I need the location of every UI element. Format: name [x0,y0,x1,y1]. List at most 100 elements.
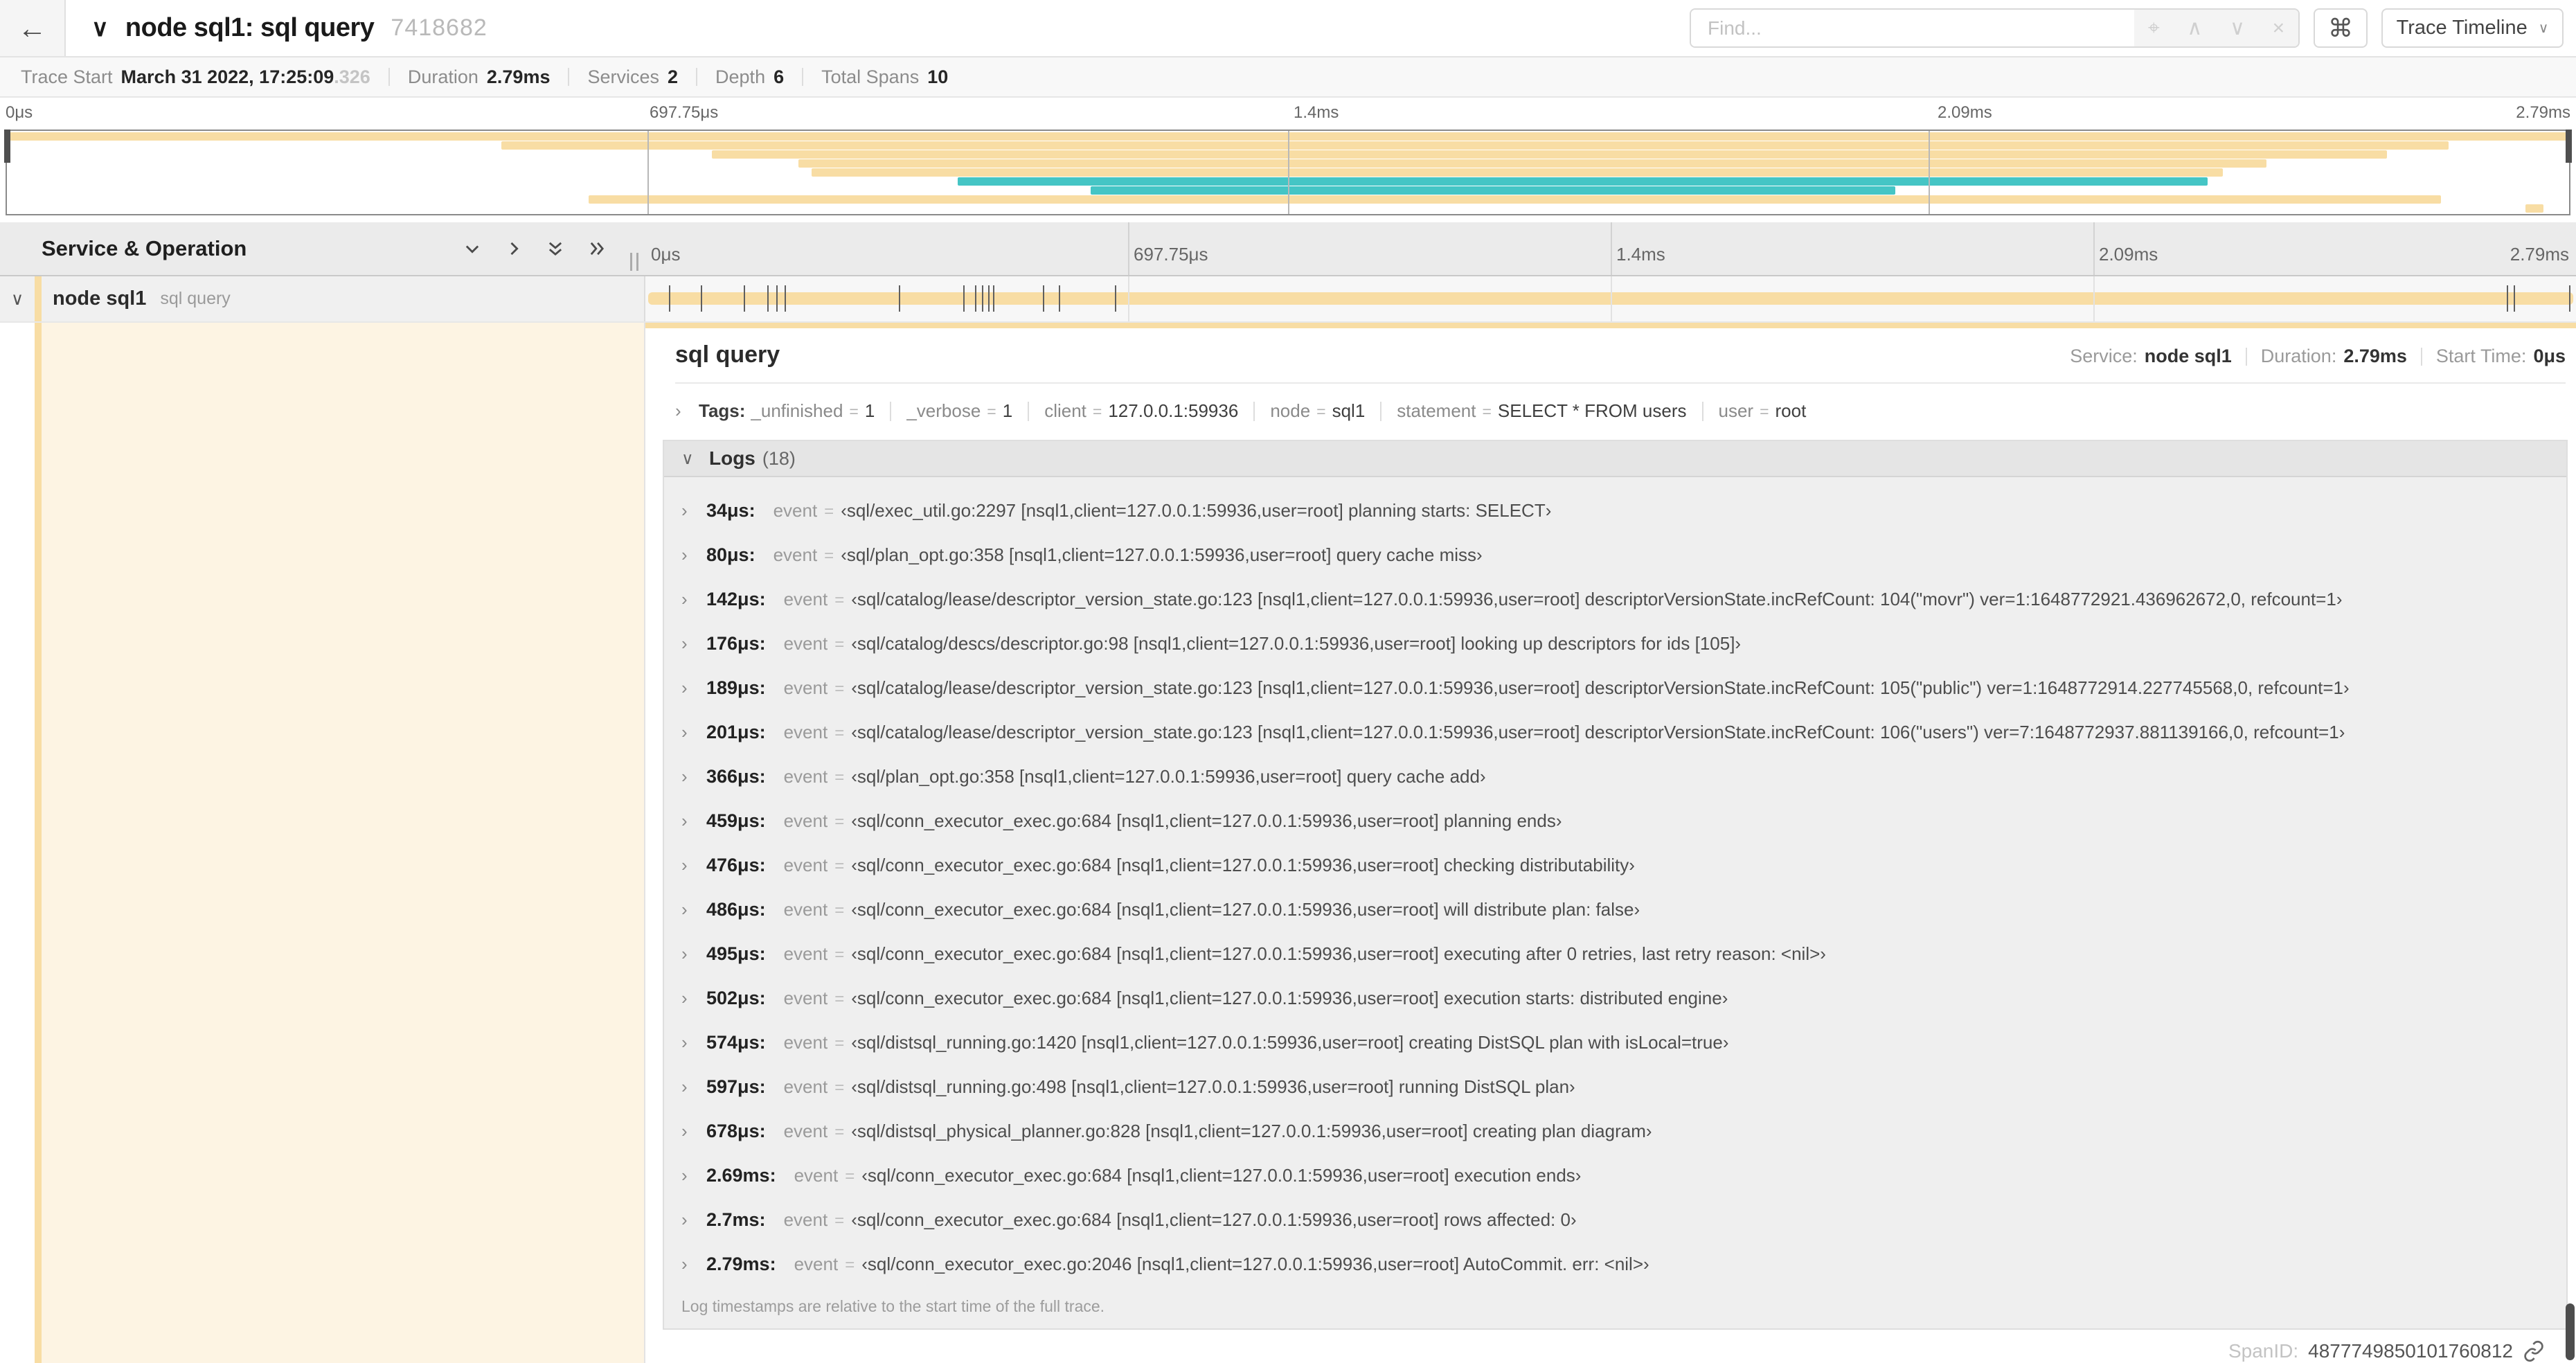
minimap-left-drag-handle[interactable] [4,130,10,163]
service-operation-header: Service & Operation [0,222,645,275]
collapse-all-chevron-icon[interactable]: ∨ [91,15,109,42]
log-entry-row[interactable]: › 574μs: event = ‹sql/distsql_running.go:142… [664,1020,2566,1064]
log-entry-row[interactable]: › 176μs: event = ‹sql/catalog/descs/descript… [664,621,2566,666]
next-result-icon[interactable]: ∨ [2230,16,2245,40]
log-timestamp: 574μs: [706,1031,766,1053]
log-event-tick [700,285,702,312]
clear-search-icon[interactable]: × [2273,17,2285,40]
log-entry-row[interactable]: › 476μs: event = ‹sql/conn_executor_exec.go:… [664,843,2566,887]
log-entry-row[interactable]: › 80μs: event = ‹sql/plan_opt.go:358 [nsql1,… [664,533,2566,577]
log-timestamp: 2.69ms: [706,1164,776,1186]
log-expand-chevron-icon[interactable]: › [681,677,706,699]
log-expand-chevron-icon[interactable]: › [681,1254,706,1275]
prev-result-icon[interactable]: ∧ [2187,16,2202,40]
collapse-all-icon[interactable] [546,239,565,258]
log-expand-chevron-icon[interactable]: › [681,1076,706,1098]
minimap-right-drag-handle[interactable] [2566,130,2572,163]
span-row-service-cell[interactable]: ∨ node sql1 sql query [0,276,645,321]
expand-all-icon[interactable] [587,239,607,258]
log-entry-row[interactable]: › 201μs: event = ‹sql/catalog/lease/descript… [664,710,2566,754]
log-entry-row[interactable]: › 2.79ms: event = ‹sql/conn_executor_exec.go… [664,1242,2566,1286]
log-expand-chevron-icon[interactable]: › [681,544,706,566]
log-entry-row[interactable]: › 2.7ms: event = ‹sql/conn_executor_exec.go:… [664,1197,2566,1242]
log-entry-row[interactable]: › 486μs: event = ‹sql/conn_executor_exec.go:… [664,887,2566,932]
logs-header[interactable]: ∨ Logs (18) [664,441,2566,477]
tags-expand-chevron-icon[interactable]: › [675,400,699,422]
log-timestamp: 486μs: [706,898,766,920]
span-service-name: node sql1 [53,287,147,310]
divider [568,68,570,86]
log-entry-row[interactable]: › 502μs: event = ‹sql/conn_executor_exec.go:… [664,976,2566,1020]
log-equals: = [834,723,845,742]
deep-link-icon[interactable] [2523,1340,2545,1362]
log-entry-row[interactable]: › 597μs: event = ‹sql/distsql_running.go:498… [664,1064,2566,1109]
log-entry-row[interactable]: › 142μs: event = ‹sql/catalog/lease/descript… [664,577,2566,621]
log-entry-row[interactable]: › 34μs: event = ‹sql/exec_util.go:2297 [nsql… [664,488,2566,533]
vertical-scrollbar-thumb[interactable] [2566,1303,2575,1360]
command-icon: ⌘ [2328,13,2353,42]
log-expand-chevron-icon[interactable]: › [681,943,706,965]
summary-value: 2.79ms [486,66,551,87]
log-key: event [783,943,828,964]
log-event-tick [1058,285,1060,312]
trace-view-dropdown[interactable]: Trace Timeline ∨ [2381,8,2564,48]
log-value: ‹sql/conn_executor_exec.go:684 [nsql1,cl… [851,943,1826,964]
log-entry-row[interactable]: › 495μs: event = ‹sql/conn_executor_exec.go:… [664,932,2566,976]
log-expand-chevron-icon[interactable]: › [681,1032,706,1053]
log-expand-chevron-icon[interactable]: › [681,589,706,610]
log-expand-chevron-icon[interactable]: › [681,500,706,522]
log-expand-chevron-icon[interactable]: › [681,633,706,654]
log-timestamp: 80μs: [706,544,755,565]
log-expand-chevron-icon[interactable]: › [681,988,706,1009]
log-value: ‹sql/exec_util.go:2297 [nsql1,client=127… [841,499,1552,521]
ruler-tick-label: 0μs [651,244,681,265]
log-entry-row[interactable]: › 366μs: event = ‹sql/plan_opt.go:358 [nsql1… [664,754,2566,799]
log-entry-row[interactable]: › 2.69ms: event = ‹sql/conn_executor_exec.go… [664,1153,2566,1197]
log-entry-row[interactable]: › 459μs: event = ‹sql/conn_executor_exec.go:… [664,799,2566,843]
summary-label: Services [587,66,659,87]
match-highlight-icon[interactable]: ⌖ [2148,17,2160,40]
span-detail-accent-bar [645,323,2576,328]
minimap-canvas[interactable] [6,130,2570,215]
log-expand-chevron-icon[interactable]: › [681,855,706,876]
log-expand-chevron-icon[interactable]: › [681,766,706,787]
logs-footnote: Log timestamps are relative to the start… [681,1297,1105,1315]
log-expand-chevron-icon[interactable]: › [681,722,706,743]
log-expand-chevron-icon[interactable]: › [681,899,706,920]
span-bar-cell[interactable] [645,276,2576,321]
collapse-one-icon[interactable] [463,239,482,258]
log-value: ‹sql/conn_executor_exec.go:684 [nsql1,cl… [851,810,1562,831]
log-event-tick [2514,285,2516,312]
log-expand-chevron-icon[interactable]: › [681,1209,706,1231]
expand-one-icon[interactable] [504,239,524,258]
column-resizer-grip[interactable] [630,253,638,271]
log-entry-row[interactable]: › 678μs: event = ‹sql/distsql_physical_plann… [664,1109,2566,1153]
search-input[interactable] [1691,10,2134,46]
trace-view-label: Trace Timeline [2396,17,2528,39]
log-equals: = [824,546,834,565]
log-event-tick [784,285,786,312]
log-entry-row[interactable]: › 189μs: event = ‹sql/catalog/lease/descript… [664,666,2566,710]
back-arrow-icon: ← [17,11,47,44]
tags-label[interactable]: Tags: [699,400,745,422]
logs-collapse-chevron-icon[interactable]: ∨ [681,449,709,469]
page-title: node sql1: sql query [125,13,375,42]
back-button[interactable]: ← [0,0,66,56]
log-value: ‹sql/conn_executor_exec.go:684 [nsql1,cl… [861,1164,1582,1186]
minimap-span-segment [1091,186,1895,195]
keyboard-shortcuts-button[interactable]: ⌘ [2314,8,2368,48]
log-timestamp: 678μs: [706,1120,766,1141]
log-expand-chevron-icon[interactable]: › [681,1165,706,1186]
log-equals: = [834,1122,845,1141]
span-collapse-chevron-icon[interactable]: ∨ [0,289,35,310]
timeline-minimap[interactable]: 0μs 697.75μs 1.4ms 2.09ms 2.79ms [0,98,2576,222]
minimap-tick-label: 0μs [6,103,33,122]
log-expand-chevron-icon[interactable]: › [681,1121,706,1142]
log-event-tick [963,285,965,312]
log-key: event [783,1120,828,1141]
log-expand-chevron-icon[interactable]: › [681,810,706,832]
log-event-tick [668,285,670,312]
log-key-value: event = ‹sql/distsql_running.go:498 [nsql1… [784,1076,1575,1098]
divider [388,68,390,86]
span-detail-stats: Service: node sql1 Duration: 2.79ms Start Ti… [2070,346,2566,367]
